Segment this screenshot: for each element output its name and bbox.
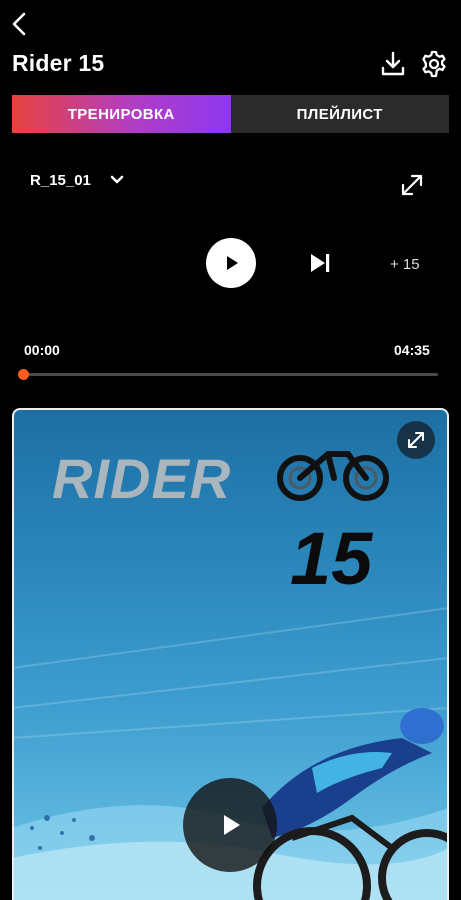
back-button[interactable] — [8, 10, 32, 38]
settings-button[interactable] — [419, 49, 449, 79]
current-time: 00:00 — [24, 342, 60, 358]
page-title: Rider 15 — [12, 50, 105, 76]
skip-next-icon — [311, 254, 330, 272]
back-arrow-icon — [12, 12, 26, 36]
player-fullscreen-button[interactable] — [398, 171, 426, 204]
download-button[interactable] — [378, 49, 408, 79]
tab-playlist[interactable]: ПЛЕЙЛИСТ — [230, 95, 449, 133]
play-icon — [224, 815, 240, 835]
poster-number: 15 — [290, 517, 373, 600]
video-play-button[interactable] — [183, 778, 277, 872]
skip-next-button[interactable] — [307, 250, 333, 281]
progress-knob[interactable] — [18, 369, 29, 380]
download-icon — [381, 51, 405, 76]
track-dropdown-button[interactable] — [108, 171, 126, 194]
gear-icon — [422, 50, 446, 78]
tab-training[interactable]: ТРЕНИРОВКА — [12, 95, 231, 133]
skip-forward-15-button[interactable]: + 15 — [390, 256, 420, 273]
total-time: 04:35 — [394, 342, 430, 358]
bicycle-logo-icon — [277, 451, 389, 501]
bike-logo — [268, 440, 398, 515]
video-fullscreen-button[interactable] — [397, 421, 435, 459]
progress-track[interactable] — [22, 373, 438, 376]
expand-icon — [401, 174, 423, 196]
track-select[interactable]: R_15_01 — [30, 172, 91, 189]
poster-title: RIDER — [52, 447, 232, 510]
chevron-down-icon — [110, 175, 124, 184]
expand-icon — [408, 432, 424, 448]
play-icon — [227, 256, 238, 270]
tab-bar: ТРЕНИРОВКА ПЛЕЙЛИСТ — [12, 95, 449, 133]
play-button[interactable] — [206, 238, 256, 288]
